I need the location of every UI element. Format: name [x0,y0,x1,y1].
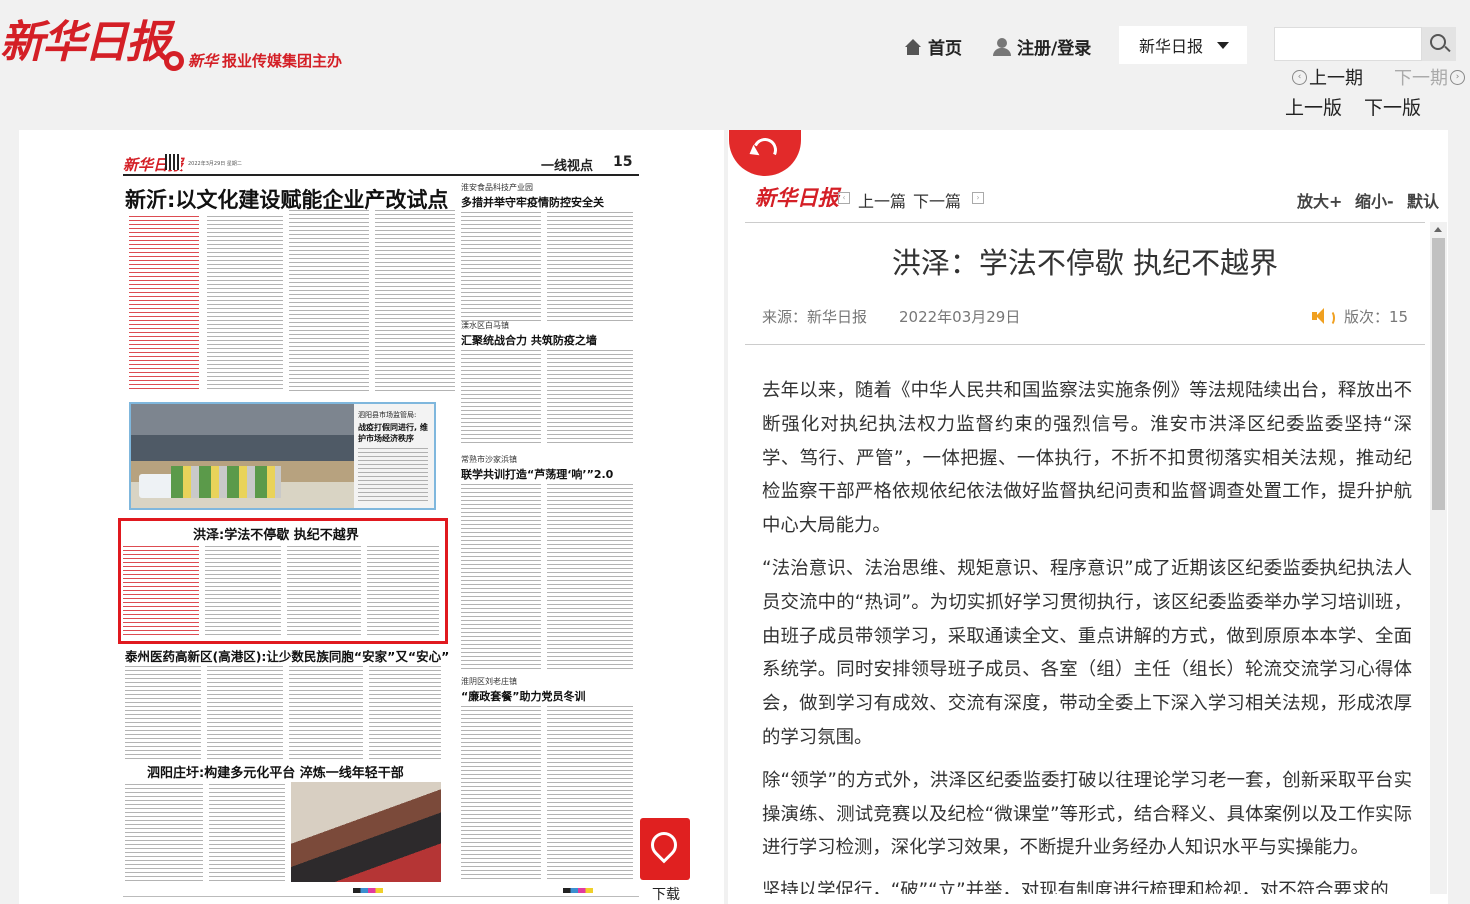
page-section-title: 一线视点 [541,159,594,174]
article-title: 洪泽：学法不停歇 执纪不越界 [891,246,1279,280]
publisher-mark: 新华 [188,52,219,70]
article-source: 来源：新华日报 [762,308,868,326]
next-edition-link[interactable]: 下一版 [1364,93,1421,120]
search-button[interactable] [1422,27,1456,61]
qr-code-icon [165,154,181,170]
next-issue-link[interactable]: 下一期 › [1394,64,1465,90]
article-paragraph: 除“领学”的方式外，洪泽区纪委监委打破以往理论学习老一套，创新采取平台实操演练、… [762,769,1412,859]
photo-caption-box: 泗阳县市场监管局: 战疫打假同进行, 维护市场经济秩序 [354,404,434,508]
article-logo: 新华日报 [755,185,839,210]
publisher-text: 报业传媒集团主办 [222,52,343,70]
scrollbar-thumb[interactable] [1432,238,1445,510]
newspaper-page[interactable]: 新华日报 2022年3月29日 星期二 一线视点 15 新沂:以文化建设赋能企业… [118,152,639,904]
story-food-headline[interactable]: 多措并举守牢疫情防控安全关 [461,194,604,210]
article-paragraph: 坚持以学促行，“破”“立”并举，对现有制度进行梳理和检视，对不符合要求的 [762,880,1389,894]
chevron-right-icon[interactable]: › [972,192,984,204]
print-color-bar [563,888,593,893]
story-huaiyin-col [461,706,541,882]
siyang-photo[interactable] [291,782,441,882]
page-header-rule [123,174,639,176]
story-huaiyin-kicker: 淮阴区刘老庄镇 [461,677,517,686]
story-lishui-col [461,350,541,446]
story-lishui-col [547,350,633,446]
chevron-left-icon[interactable]: ‹ [838,192,850,204]
site-logo[interactable]: 新华日报 [0,6,170,70]
nav-login-link[interactable]: 注册/登录 [993,34,1091,59]
page-date: 2022年3月29日 星期二 [188,161,242,167]
story-xinyi-lead [129,216,199,392]
chevron-left-icon: ‹ [1292,69,1307,85]
story-changshu-col [547,484,633,670]
prev-issue-label: 上一期 [1309,68,1363,89]
zoom-in-button[interactable]: 放大+ [1297,188,1342,212]
story-food-kicker: 淮安食品科技产业园 [461,183,533,192]
publisher-tagline: 新华 报业传媒集团主办 [164,50,342,71]
photo-produce-boxes [171,466,281,498]
page-number: 15 [613,154,633,170]
market-photo[interactable]: 泗阳县市场监管局: 战疫打假同进行, 维护市场经济秩序 [129,402,436,510]
nav-home-label: 首页 [928,39,962,59]
photo-caption-title: 战疫打假同进行, 维护市场经济秩序 [358,423,428,443]
scroll-up-arrow-icon[interactable] [1430,222,1447,238]
download-pdf-button[interactable] [640,818,692,882]
story-siyang-col [209,784,285,884]
newspaper-page-panel: 新华日报 2022年3月29日 星期二 一线视点 15 新沂:以文化建设赋能企业… [19,130,724,904]
story-xinyi-col [289,210,369,392]
story-taizhou-col [125,666,201,762]
story-xinyi-col [207,216,283,392]
article-divider [745,222,1425,223]
home-icon [904,38,922,55]
photo-caption-text [358,448,428,504]
story-lishui-headline[interactable]: 汇聚统战合力 共筑防疫之墙 [461,332,597,348]
chevron-right-icon: › [1450,69,1465,85]
story-siyang-headline[interactable]: 泗阳庄圩:构建多元化平台 淬炼一线年轻干部 [147,762,404,781]
story-changshu-kicker: 常熟市沙家浜镇 [461,455,517,464]
paper-select-dropdown[interactable]: 新华日报 [1119,26,1247,64]
story-xinyi-col [375,210,455,392]
print-color-bar [353,888,383,893]
article-paragraph: “法治意识、法治思维、规矩意识、程序意识”成了近期该区纪委监委执纪执法人员交流中… [762,557,1412,748]
story-lishui-kicker: 溧水区白马镇 [461,321,509,330]
zoom-default-button[interactable]: 默认 [1407,188,1439,212]
page-footer-rule [123,896,639,897]
article-paragraph: 去年以来，随着《中华人民共和国监察法实施条例》等法规陆续出台，释放出不断强化对执… [762,380,1412,537]
story-taizhou-col [207,666,283,762]
next-issue-label: 下一期 [1394,68,1448,89]
sound-wave [1325,310,1335,326]
article-date: 2022年03月29日 [899,308,1021,326]
chevron-down-icon [1217,42,1229,49]
story-huaiyin-headline[interactable]: “廉政套餐”助力党员冬训 [461,688,585,704]
prev-issue-link[interactable]: ‹ 上一期 [1292,64,1363,90]
story-taizhou-headline[interactable]: 泰州医药高新区(高港区):让少数民族同胞“安家”又“安心” [125,646,449,665]
story-changshu-col [461,484,541,670]
speaker-icon[interactable] [1312,307,1336,326]
selected-article-highlight[interactable] [118,518,448,644]
story-huaiyin-col [547,706,633,882]
user-icon [993,37,1011,56]
zoom-out-button[interactable]: 缩小- [1355,188,1394,212]
story-food-col [547,212,633,322]
paper-select-value: 新华日报 [1139,37,1204,56]
download-label[interactable]: 下载 [652,884,680,904]
nav-home-link[interactable]: 首页 [904,34,962,59]
nav-login-label: 注册/登录 [1017,39,1092,59]
next-article-link[interactable]: 下一篇 [913,188,961,212]
pdf-icon [640,818,690,880]
search-input[interactable] [1274,27,1422,61]
story-changshu-headline[interactable]: 联学共训打造“芦荡理‘响’”2.0 [461,466,613,482]
story-taizhou-col [289,666,363,762]
story-siyang-col [125,784,203,884]
photo-caption-kicker: 泗阳县市场监管局: [358,411,417,419]
article-body: 去年以来，随着《中华人民共和国监察法实施条例》等法规陆续出台，释放出不断强化对执… [762,374,1412,894]
story-food-col [461,212,541,322]
story-taizhou-col [369,666,441,762]
prev-edition-link[interactable]: 上一版 [1285,93,1342,120]
article-edition: 版次：15 [1344,308,1409,326]
article-divider [745,344,1425,345]
prev-article-link[interactable]: 上一篇 [858,188,906,212]
group-emblem-icon [164,50,184,71]
